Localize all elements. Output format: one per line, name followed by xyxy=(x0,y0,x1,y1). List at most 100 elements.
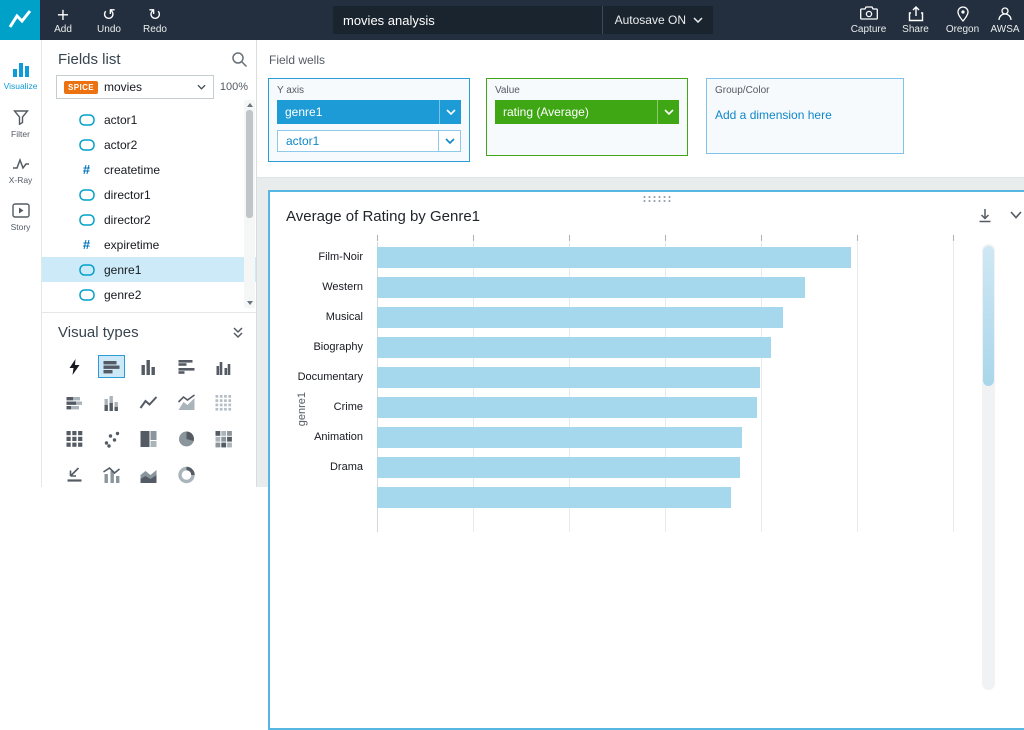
undo-button[interactable]: ↺ Undo xyxy=(86,0,132,40)
visual-type-tree-map[interactable] xyxy=(135,427,162,450)
bar-documentary[interactable] xyxy=(377,366,761,388)
scroll-up-icon[interactable] xyxy=(246,103,253,107)
visual-type-heat-map[interactable] xyxy=(210,427,237,450)
bar-film-noir[interactable] xyxy=(377,246,851,268)
add-button[interactable]: + Add xyxy=(40,0,86,40)
visual-type-horizontal-bar-chart[interactable] xyxy=(98,355,126,378)
account-menu[interactable]: AWSA xyxy=(986,0,1024,40)
dataset-selector[interactable]: SPICE movies xyxy=(56,75,214,99)
analysis-title-bar[interactable]: movies analysis Autosave ON xyxy=(333,6,713,34)
header-right-actions: Capture Share Oregon AWSA xyxy=(845,0,1024,40)
fields-scrollbar[interactable] xyxy=(244,100,255,308)
value-dropdown[interactable]: rating (Average) xyxy=(495,100,679,124)
visual-type-stacked-area[interactable] xyxy=(135,463,162,486)
axis-tick xyxy=(857,235,858,241)
nav-visualize[interactable]: Visualize xyxy=(0,52,41,100)
dimension-field-icon xyxy=(78,263,95,276)
visual-menu-chevron-icon[interactable] xyxy=(1007,206,1024,224)
share-button[interactable]: Share xyxy=(892,0,939,40)
nav-xray[interactable]: X-Ray xyxy=(0,148,41,194)
dataset-name: movies xyxy=(104,80,143,94)
bar-western[interactable] xyxy=(377,276,806,298)
collapse-double-chevron-icon[interactable] xyxy=(232,326,244,339)
fields-panel: Fields list SPICE movies 100% actor1 acto… xyxy=(42,40,257,487)
value-well[interactable]: Value rating (Average) xyxy=(486,78,688,156)
visual-type-vertical-grouped-bar[interactable] xyxy=(210,355,237,378)
bar-biography[interactable] xyxy=(377,336,771,358)
visual-type-vertical-bar-chart[interactable] xyxy=(135,355,162,378)
visual-type-scatter-plot[interactable] xyxy=(98,427,125,450)
bar-musical[interactable] xyxy=(377,306,784,328)
visual-type-gauge[interactable] xyxy=(173,463,200,486)
field-item-expiretime[interactable]: # expiretime xyxy=(42,232,256,257)
location-pin-icon xyxy=(956,5,969,23)
scrollbar-thumb[interactable] xyxy=(246,110,253,218)
bar-partial[interactable] xyxy=(377,486,731,508)
category-label: Biography xyxy=(313,341,363,353)
redo-button[interactable]: ↻ Redo xyxy=(132,0,178,40)
field-item-genre1[interactable]: genre1 xyxy=(42,257,256,282)
visual-type-horizontal-grouped-bar[interactable] xyxy=(173,355,200,378)
y-axis-well[interactable]: Y axis genre1 actor1 xyxy=(268,78,470,162)
analysis-title[interactable]: movies analysis xyxy=(343,13,602,28)
y-axis-primary-dropdown[interactable]: genre1 xyxy=(277,100,461,124)
field-label: director1 xyxy=(104,187,151,202)
visual-type-pivot-table-light[interactable] xyxy=(210,391,237,414)
bar-drama[interactable] xyxy=(377,456,740,478)
visual-type-combo-bar-line[interactable] xyxy=(98,463,125,486)
add-dimension-link[interactable]: Add a dimension here xyxy=(715,108,895,122)
category-label: Crime xyxy=(333,401,363,413)
camera-icon xyxy=(859,5,878,23)
group-color-well[interactable]: Group/Color Add a dimension here xyxy=(706,78,904,154)
spice-capacity-label: 100% xyxy=(219,81,248,93)
field-item-actor2[interactable]: actor2 xyxy=(42,132,256,157)
category-label: Documentary xyxy=(297,371,363,383)
search-icon[interactable] xyxy=(231,51,248,68)
visual-type-area-line-chart[interactable] xyxy=(173,391,200,414)
capture-button[interactable]: Capture xyxy=(845,0,892,40)
field-item-actor1[interactable]: actor1 xyxy=(42,107,256,132)
bar-crime[interactable] xyxy=(377,396,757,418)
quicksight-logo[interactable] xyxy=(0,0,40,40)
visual-type-vertical-stacked-bar[interactable] xyxy=(98,391,125,414)
drag-handle[interactable] xyxy=(642,195,672,203)
visual-title: Average of Rating by Genre1 xyxy=(286,208,481,225)
category-label: Drama xyxy=(329,461,363,473)
visual-card[interactable]: Average of Rating by Genre1 Film-Noir Wes… xyxy=(268,190,1024,730)
nav-filter[interactable]: Filter xyxy=(0,100,41,148)
chevron-down-icon[interactable] xyxy=(439,100,461,124)
pulse-icon xyxy=(12,157,29,170)
autosave-toggle[interactable]: Autosave ON xyxy=(601,6,703,34)
visual-type-auto-graph[interactable] xyxy=(61,355,88,378)
chevron-down-icon[interactable] xyxy=(657,100,679,124)
category-label: Musical xyxy=(325,311,363,323)
visual-type-horizontal-stacked-bar[interactable] xyxy=(61,391,88,414)
chart-scrollbar[interactable] xyxy=(982,244,995,690)
scroll-down-icon[interactable] xyxy=(246,301,253,305)
visual-type-pivot-table[interactable] xyxy=(61,427,88,450)
field-item-genre2[interactable]: genre2 xyxy=(42,282,256,307)
field-item-director1[interactable]: director1 xyxy=(42,182,256,207)
category-label: Film-Noir xyxy=(318,251,363,263)
field-item-createtime[interactable]: # createtime xyxy=(42,157,256,182)
fields-list: actor1 actor2 # createtime director1 director… xyxy=(42,107,256,307)
field-wells-label[interactable]: Field wells xyxy=(269,53,325,67)
undo-icon: ↺ xyxy=(102,4,116,24)
field-item-director2[interactable]: director2 xyxy=(42,207,256,232)
numeric-field-icon: # xyxy=(82,237,91,252)
category-label: Animation xyxy=(314,431,363,443)
bar-animation[interactable] xyxy=(377,426,742,448)
visual-type-line-chart[interactable] xyxy=(135,391,162,414)
visual-type-pie-chart[interactable] xyxy=(173,427,200,450)
chevron-down-icon xyxy=(197,84,206,90)
export-download-icon[interactable] xyxy=(976,206,994,224)
region-selector[interactable]: Oregon xyxy=(939,0,986,40)
y-axis-secondary-dropdown[interactable]: actor1 xyxy=(277,130,461,152)
chart-scrollbar-thumb[interactable] xyxy=(983,246,994,386)
field-wells-bar: Field wells Y axis genre1 actor1 Value r… xyxy=(257,40,1024,178)
nav-story[interactable]: Story xyxy=(0,194,41,241)
chevron-down-icon[interactable] xyxy=(438,131,460,151)
user-icon xyxy=(997,6,1013,23)
field-label: actor2 xyxy=(104,137,138,152)
visual-type-kpi[interactable] xyxy=(61,463,88,486)
